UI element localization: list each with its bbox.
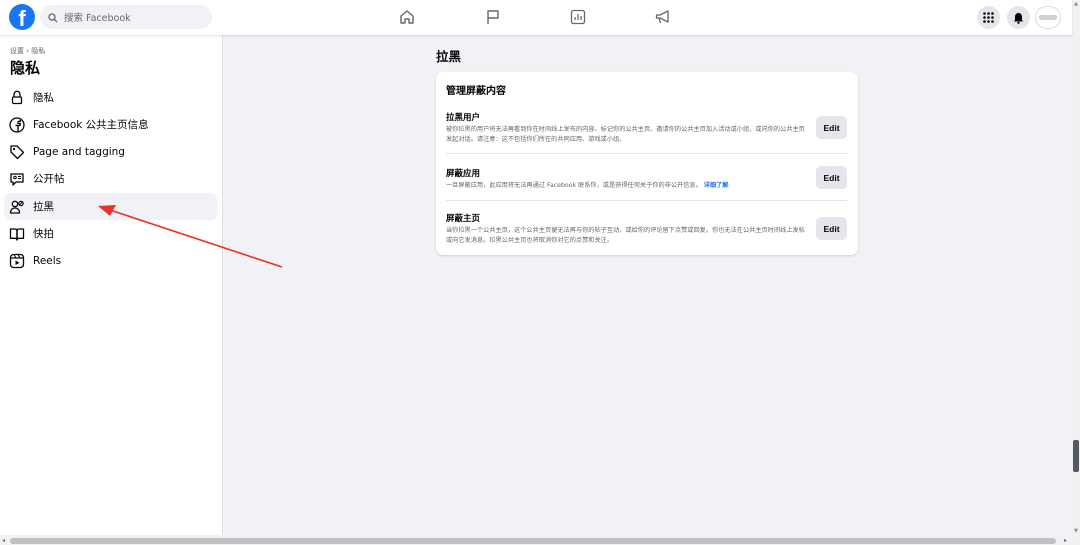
sidebar-item-public-posts[interactable]: 公开帖 [4, 165, 217, 192]
search-placeholder: 搜索 Facebook [64, 13, 131, 24]
page-title: 拉黑 [436, 49, 462, 64]
sidebar-item-label: 快拍 [33, 228, 54, 240]
sidebar-item-facebook-page-info[interactable]: Facebook 公共主页信息 [4, 111, 217, 138]
divider [446, 200, 847, 201]
top-navigation-bar: f 搜索 Facebook [0, 0, 1072, 35]
scrollbar-thumb[interactable] [10, 538, 1056, 544]
edit-blocked-apps-button[interactable]: Edit [816, 166, 847, 189]
breadcrumb[interactable]: 设置 › 隐私 [10, 46, 45, 56]
post-icon [9, 171, 25, 187]
scroll-left-arrow-icon[interactable]: ◂ [2, 537, 5, 545]
horizontal-scrollbar[interactable]: ◂ ▸ [0, 537, 1080, 545]
sidebar-item-label: Page and tagging [33, 145, 125, 158]
facebook-icon [9, 116, 25, 133]
section-title: 屏蔽应用 [446, 169, 481, 179]
section-title: 拉黑用户 [446, 113, 481, 123]
tag-icon [9, 144, 25, 160]
menu-grid-icon[interactable] [977, 6, 1000, 29]
bell-icon[interactable] [1007, 6, 1030, 29]
sidebar-item-privacy[interactable]: 隐私 [4, 84, 217, 111]
sidebar-item-stories[interactable]: 快拍 [4, 220, 217, 247]
reels-icon [9, 253, 25, 269]
block-users-section: 拉黑用户 被你拉黑的用户将无法再看到你在时间线上发布的内容、标记你的公共主页、邀… [446, 111, 848, 144]
section-description: 被你拉黑的用户将无法再看到你在时间线上发布的内容、标记你的公共主页、邀请你的公共… [446, 126, 805, 143]
lock-icon [9, 90, 25, 106]
megaphone-icon[interactable] [653, 7, 673, 27]
card-title: 管理屏蔽内容 [446, 86, 506, 97]
sidebar-item-label: 拉黑 [33, 201, 54, 213]
scroll-right-arrow-icon[interactable]: ▸ [1064, 537, 1067, 545]
vertical-scrollbar[interactable]: ▲ ▼ [1072, 0, 1080, 537]
scroll-down-arrow-icon[interactable]: ▼ [1073, 528, 1079, 534]
sidebar-item-label: Reels [33, 254, 62, 267]
block-pages-section: 屏蔽主页 当你拉黑一个公共主页，这个公共主页便无法再与你的帖子互动，或给你的评论… [446, 212, 848, 245]
home-icon[interactable] [397, 7, 417, 27]
block-user-icon [9, 199, 25, 215]
avatar[interactable] [1035, 6, 1061, 29]
search-icon [48, 8, 58, 27]
section-description-text: 一旦屏蔽应用，此应用将无法再通过 Facebook 联系你，或是获得任何关于你的… [446, 182, 702, 189]
sidebar-item-blocking[interactable]: 拉黑 [4, 193, 217, 220]
divider [446, 153, 847, 154]
avatar-placeholder [1039, 15, 1057, 20]
block-apps-section: 屏蔽应用 一旦屏蔽应用，此应用将无法再通过 Facebook 联系你，或是获得任… [446, 167, 848, 191]
book-icon [9, 226, 25, 242]
sidebar-item-label: 公开帖 [33, 173, 65, 185]
search-input[interactable]: 搜索 Facebook [40, 5, 212, 29]
chart-icon[interactable] [568, 7, 588, 27]
flag-icon[interactable] [483, 7, 503, 27]
sidebar-title: 隐私 [10, 59, 41, 77]
section-title: 屏蔽主页 [446, 214, 481, 224]
settings-sidebar: 设置 › 隐私 隐私 隐私 Facebook 公共主页信息 Page and t… [0, 35, 223, 535]
edit-blocked-pages-button[interactable]: Edit [816, 217, 847, 240]
facebook-logo[interactable]: f [9, 4, 35, 30]
section-description: 当你拉黑一个公共主页，这个公共主页便无法再与你的帖子互动，或给你的评论留下点赞或… [446, 227, 805, 244]
manage-blocking-card: 管理屏蔽内容 拉黑用户 被你拉黑的用户将无法再看到你在时间线上发布的内容、标记你… [436, 72, 858, 255]
scroll-up-arrow-icon[interactable]: ▲ [1073, 1, 1079, 7]
sidebar-item-page-and-tagging[interactable]: Page and tagging [4, 138, 217, 165]
learn-more-link[interactable]: 详细了解 [704, 182, 729, 189]
sidebar-item-label: Facebook 公共主页信息 [33, 119, 149, 131]
edit-blocked-users-button[interactable]: Edit [816, 116, 847, 139]
scrollbar-thumb[interactable] [1073, 440, 1079, 472]
section-description: 一旦屏蔽应用，此应用将无法再通过 Facebook 联系你，或是获得任何关于你的… [446, 181, 811, 191]
sidebar-item-label: 隐私 [33, 92, 54, 104]
sidebar-item-reels[interactable]: Reels [4, 247, 217, 274]
